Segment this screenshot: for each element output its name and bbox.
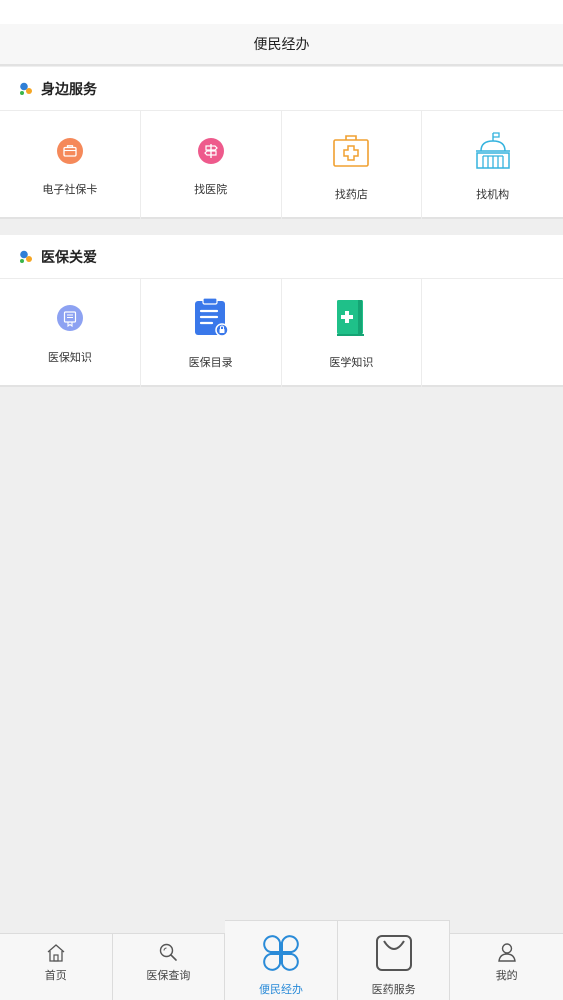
grid-item-medical-knowledge[interactable]: 医学知识 bbox=[282, 279, 423, 387]
tab-label: 我的 bbox=[495, 969, 518, 982]
grid-item-label: 电子社保卡 bbox=[42, 183, 98, 196]
service-grid-nearby: 电子社保卡 找医院 找药店 找机构 bbox=[0, 111, 563, 219]
grid-item-label: 找药店 bbox=[334, 188, 368, 201]
briefcase-icon bbox=[56, 138, 83, 164]
grid-item-label: 医保知识 bbox=[47, 351, 92, 364]
grid-item-insurance-catalog[interactable]: 医保目录 bbox=[141, 279, 282, 387]
tab-home[interactable]: 首页 bbox=[0, 933, 113, 1000]
tab-convenience-services[interactable]: 便民经办 bbox=[225, 920, 338, 1000]
tab-label: 首页 bbox=[44, 969, 67, 982]
status-bar bbox=[0, 0, 563, 24]
tab-label: 医药服务 bbox=[371, 983, 416, 996]
service-grid-insurance-care: 医保知识 医保目录 医学知识 bbox=[0, 279, 563, 387]
grid-item-social-security-card[interactable]: 电子社保卡 bbox=[0, 111, 141, 219]
grid-item-label: 找医院 bbox=[194, 183, 228, 196]
tab-insurance-query[interactable]: 医保查询 bbox=[113, 933, 226, 1000]
signpost-icon bbox=[197, 138, 224, 164]
section-header-insurance-care: 医保关爱 bbox=[0, 235, 563, 279]
grid-item-find-hospital[interactable]: 找医院 bbox=[141, 111, 282, 219]
nav-bar: 便民经办 bbox=[0, 24, 563, 66]
clipboard-list-icon bbox=[194, 297, 229, 337]
section-dots-icon bbox=[20, 250, 32, 263]
grid-item-find-pharmacy[interactable]: 找药店 bbox=[282, 111, 423, 219]
grid-item-empty bbox=[422, 279, 563, 387]
section-dots-icon bbox=[20, 82, 32, 95]
grid-item-label: 医保目录 bbox=[188, 356, 233, 369]
ribbon-card-icon bbox=[56, 305, 83, 331]
clover-icon bbox=[263, 935, 299, 971]
shopping-bag-icon bbox=[375, 935, 412, 971]
section-header-nearby-services: 身边服务 bbox=[0, 67, 563, 111]
grid-item-find-institution[interactable]: 找机构 bbox=[422, 111, 563, 219]
search-icon bbox=[160, 943, 178, 961]
home-icon bbox=[47, 944, 65, 962]
medical-book-icon bbox=[337, 300, 365, 336]
user-icon bbox=[497, 943, 516, 962]
page-title: 便民经办 bbox=[253, 37, 310, 53]
medical-kit-icon bbox=[333, 135, 370, 167]
tab-label: 便民经办 bbox=[258, 983, 303, 996]
grid-item-insurance-knowledge[interactable]: 医保知识 bbox=[0, 279, 141, 387]
tab-profile[interactable]: 我的 bbox=[450, 933, 563, 1000]
grid-item-label: 找机构 bbox=[476, 188, 510, 201]
section-title: 医保关爱 bbox=[41, 249, 97, 266]
section-title: 身边服务 bbox=[41, 81, 97, 98]
institution-building-icon bbox=[475, 132, 510, 169]
tab-label: 医保查询 bbox=[146, 969, 191, 982]
tab-medicine-services[interactable]: 医药服务 bbox=[337, 920, 451, 1000]
grid-item-label: 医学知识 bbox=[329, 356, 374, 369]
bottom-tab-bar: 首页 医保查询 便民经办 医药服务 我的 bbox=[0, 920, 563, 1000]
